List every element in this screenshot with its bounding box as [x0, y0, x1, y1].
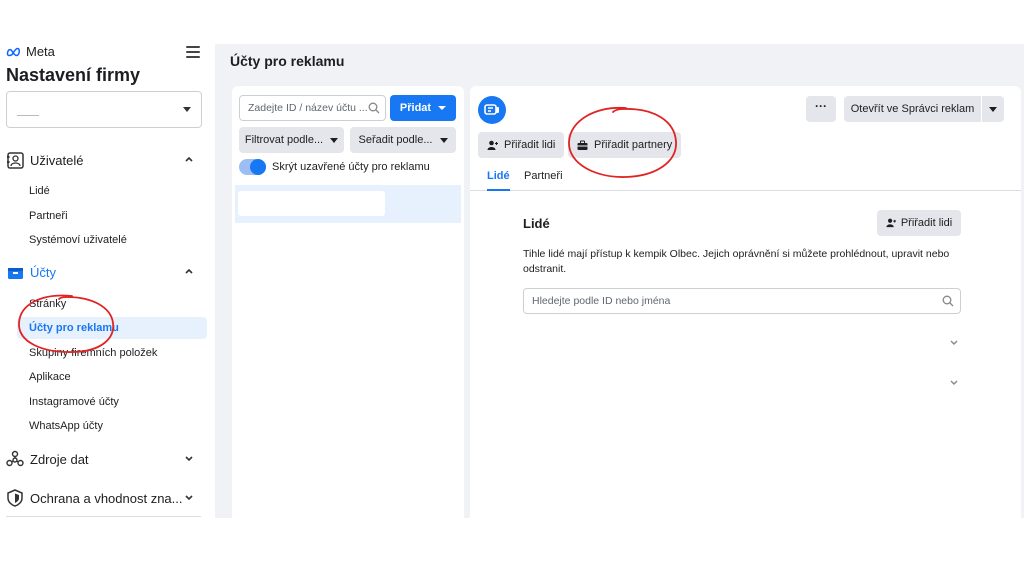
- tab-partners[interactable]: Partneři: [524, 170, 563, 191]
- nav-section-users[interactable]: Uživatelé: [6, 148, 206, 172]
- sidebar-item-system-users[interactable]: Systémoví uživatelé: [17, 229, 207, 251]
- main-content: Účty pro reklamu Zadejte ID / název účtu…: [215, 44, 1024, 518]
- tab-people[interactable]: Lidé: [487, 170, 510, 191]
- toggle-label: Skrýt uzavřené účty pro reklamu: [272, 161, 430, 173]
- more-options-button[interactable]: ···: [806, 96, 836, 122]
- nav-section-accounts[interactable]: Účty: [6, 260, 206, 284]
- caret-down-icon: [438, 106, 447, 110]
- add-button-label: Přidat: [399, 102, 432, 114]
- nav-section-label: Zdroje dat: [30, 451, 89, 467]
- add-button[interactable]: Přidat: [390, 95, 456, 121]
- search-icon: [368, 102, 380, 114]
- sidebar-item-people[interactable]: Lidé: [17, 180, 207, 202]
- briefcase-icon: [577, 140, 588, 150]
- assign-people-label: Přiřadit lidi: [900, 217, 953, 229]
- ad-accounts-list-panel: Zadejte ID / název účtu ... Přidat Filtr…: [232, 86, 464, 518]
- hide-closed-accounts-row: Skrýt uzavřené účty pro reklamu: [239, 159, 430, 175]
- chevron-up-icon: [185, 156, 193, 162]
- assign-partners-button[interactable]: Přiřadit partnery: [568, 132, 682, 158]
- hide-closed-accounts-toggle[interactable]: [239, 159, 266, 175]
- briefcase-icon: [6, 263, 24, 281]
- chevron-down-icon: [183, 107, 191, 112]
- page-title: Nastavení firmy: [6, 65, 141, 85]
- assign-people-label: Přiřadit lidi: [504, 139, 556, 151]
- data-sources-icon: [6, 450, 24, 468]
- caret-down-icon: [330, 137, 339, 143]
- sidebar: Meta Nastavení firmy Uživatelé Lidé Part…: [0, 40, 212, 518]
- nav-section-label: Účty: [30, 264, 56, 280]
- nav-section-label: Ochrana a vhodnost zna...: [30, 490, 183, 506]
- account-search-input[interactable]: Zadejte ID / název účtu ...: [239, 95, 386, 121]
- sidebar-item-pages[interactable]: Stránky: [17, 293, 207, 315]
- sidebar-item-business-asset-groups[interactable]: Skupiny firemních položek: [17, 342, 207, 364]
- chevron-down-icon: [185, 495, 193, 501]
- sort-label: Seřadit podle...: [358, 134, 433, 146]
- shield-icon: [6, 489, 24, 507]
- open-options-button[interactable]: [982, 96, 1004, 122]
- caret-down-icon: [989, 106, 997, 112]
- assign-partners-label: Přiřadit partnery: [594, 139, 673, 151]
- meta-logo[interactable]: Meta: [6, 44, 55, 59]
- business-selector[interactable]: [6, 91, 202, 128]
- sidebar-item-whatsapp-accounts[interactable]: WhatsApp účty: [17, 415, 207, 437]
- assign-people-button-secondary[interactable]: Přiřadit lidi: [877, 210, 961, 236]
- sort-button[interactable]: Seřadit podle...: [350, 127, 456, 153]
- section-title: Účty pro reklamu: [230, 53, 345, 69]
- people-section-title: Lidé: [523, 216, 550, 231]
- open-in-ads-manager-button[interactable]: Otevřít ve Správci reklam: [844, 96, 981, 122]
- detail-header: ··· Otevřít ve Správci reklam Přiřadit l…: [470, 86, 1021, 191]
- chevron-down-icon[interactable]: [949, 337, 959, 347]
- search-placeholder: Zadejte ID / název účtu ...: [248, 102, 368, 114]
- add-person-icon: [487, 140, 498, 150]
- caret-down-icon: [439, 137, 448, 143]
- filter-button[interactable]: Filtrovat podle...: [239, 127, 344, 153]
- users-icon: [6, 151, 24, 169]
- assign-people-button[interactable]: Přiřadit lidi: [478, 132, 565, 158]
- sidebar-item-apps[interactable]: Aplikace: [17, 366, 207, 388]
- nav-section-brand-safety[interactable]: Ochrana a vhodnost zna...: [6, 486, 206, 510]
- ad-account-detail-panel: ··· Otevřít ve Správci reklam Přiřadit l…: [470, 86, 1021, 518]
- search-icon: [942, 295, 954, 307]
- people-description: Tihle lidé mají přístup k kempik Olbec. …: [523, 248, 950, 275]
- sidebar-item-partners[interactable]: Partneři: [17, 205, 207, 227]
- meta-logo-text: Meta: [26, 44, 55, 59]
- nav-section-label: Uživatelé: [30, 152, 84, 168]
- sidebar-item-instagram-accounts[interactable]: Instagramové účty: [17, 391, 207, 413]
- chevron-up-icon: [185, 268, 193, 274]
- filter-label: Filtrovat podle...: [244, 134, 324, 146]
- menu-icon[interactable]: [186, 46, 200, 58]
- ad-account-icon: [478, 96, 506, 124]
- people-search-input[interactable]: Hledejte podle ID nebo jména: [523, 288, 961, 314]
- people-search-placeholder: Hledejte podle ID nebo jména: [532, 295, 671, 307]
- meta-logo-icon: [6, 47, 21, 56]
- nav-section-data-sources[interactable]: Zdroje dat: [6, 447, 206, 471]
- divider: [6, 516, 201, 517]
- list-item[interactable]: [235, 185, 461, 223]
- chevron-down-icon[interactable]: [949, 377, 959, 387]
- redacted-account-name: [238, 191, 385, 216]
- chevron-down-icon: [185, 456, 193, 462]
- sidebar-item-ad-accounts[interactable]: Účty pro reklamu: [17, 317, 207, 339]
- add-person-icon: [886, 218, 896, 228]
